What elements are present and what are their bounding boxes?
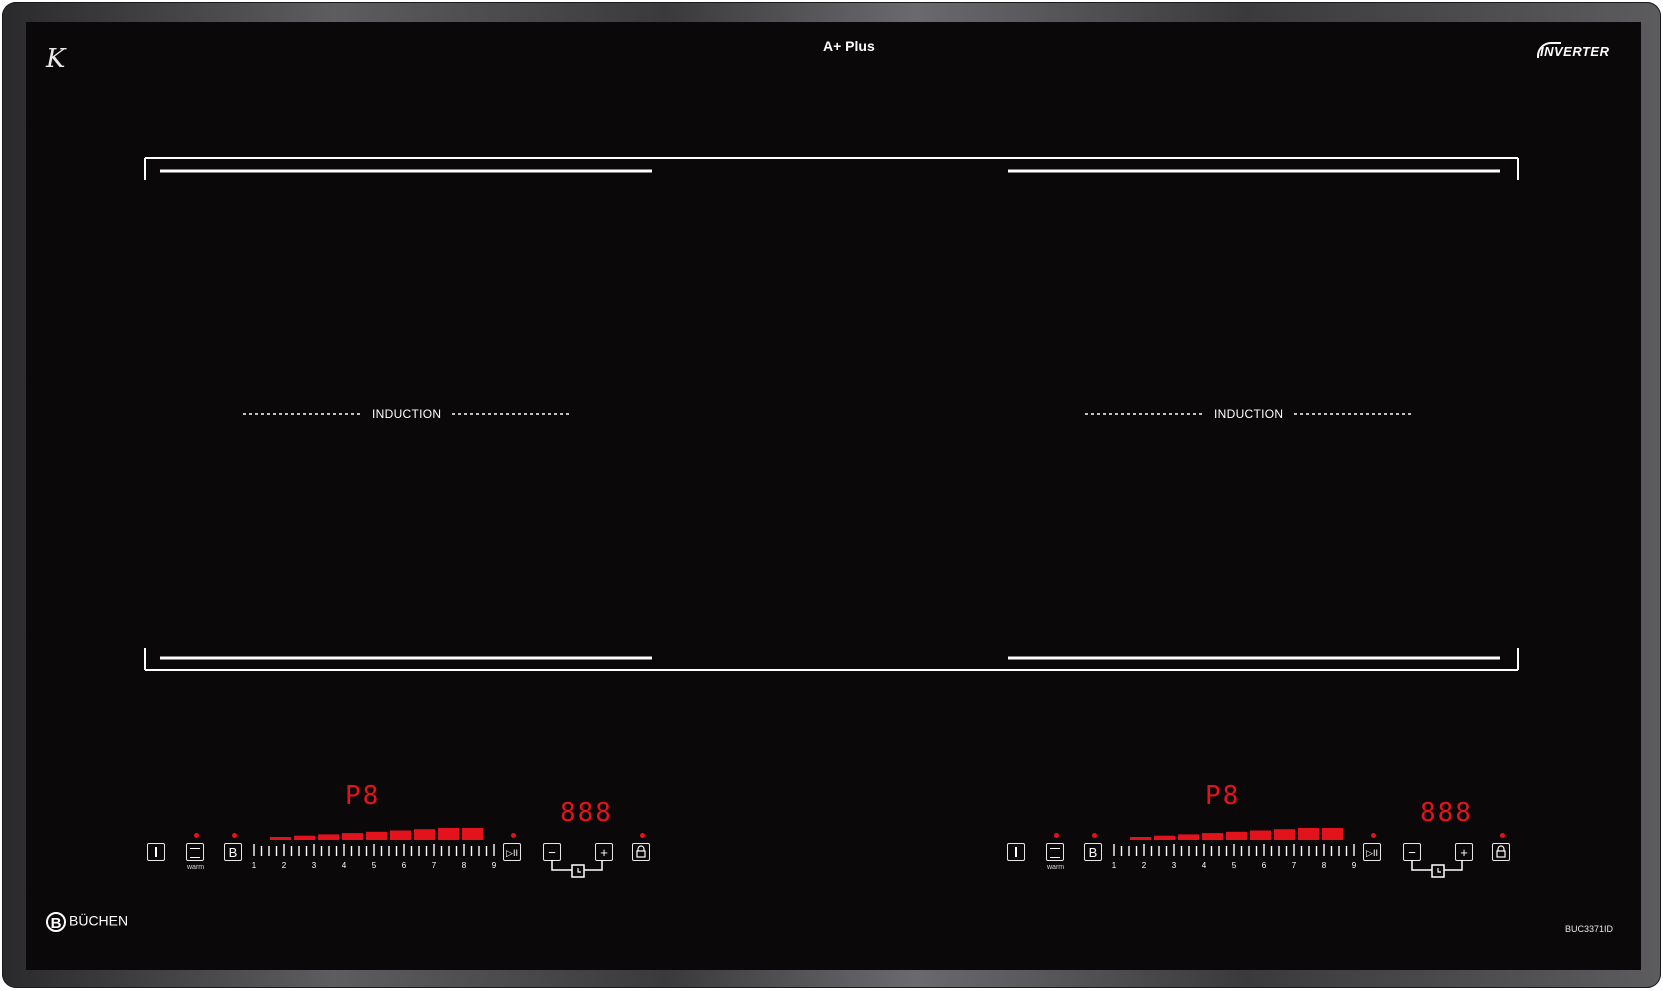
slider-number: 6 — [1262, 861, 1267, 870]
lock-icon — [636, 845, 646, 858]
power-level-bar — [1202, 833, 1223, 840]
model-number: BUC3371ID — [1565, 924, 1614, 934]
slider-number: 4 — [342, 861, 347, 870]
left-power-slider[interactable]: 1 2 3 4 5 6 7 8 9 — [250, 828, 500, 872]
right-minus-button[interactable]: − — [1403, 843, 1421, 861]
slider-number: 4 — [1202, 861, 1207, 870]
power-level-bar — [1178, 834, 1199, 840]
play-pause-icon: ▷II — [1366, 848, 1378, 858]
right-warm-button[interactable] — [1046, 843, 1064, 861]
left-power-display: P8 — [345, 781, 381, 811]
left-boost-button[interactable]: B — [224, 843, 242, 861]
slider-number: 1 — [1112, 861, 1117, 870]
slider-number: 2 — [282, 861, 287, 870]
right-zone-label: INDUCTION — [1214, 407, 1284, 421]
power-level-bar — [1130, 837, 1151, 840]
left-plus-button[interactable]: + — [595, 843, 613, 861]
slider-number: 9 — [492, 861, 497, 870]
slider-number: 3 — [1172, 861, 1177, 870]
power-level-bar — [1298, 828, 1319, 840]
right-warm-label: warm — [1047, 864, 1065, 871]
left-timer-display: 888 — [560, 798, 613, 828]
power-level-bar — [1274, 829, 1295, 840]
slider-number: 5 — [1232, 861, 1237, 870]
left-warm-button[interactable] — [186, 843, 204, 861]
brand-name: BÜCHEN — [69, 912, 129, 929]
right-power-button[interactable] — [1007, 843, 1025, 861]
slider-number: 9 — [1352, 861, 1357, 870]
right-boost-button[interactable]: B — [1084, 843, 1102, 861]
left-warm-led — [194, 833, 199, 838]
power-level-bar — [1226, 831, 1247, 840]
power-icon — [1015, 847, 1017, 857]
brand-buchen: B BÜCHEN — [46, 912, 128, 932]
power-level-bar — [462, 828, 483, 840]
play-pause-icon: ▷II — [506, 848, 518, 858]
left-boost-led — [232, 833, 237, 838]
power-level-bar — [1322, 828, 1343, 840]
power-icon — [155, 847, 157, 857]
left-zone-label: INDUCTION — [372, 407, 442, 421]
left-timer-connector — [551, 860, 603, 878]
right-plus-button[interactable]: + — [1455, 843, 1473, 861]
left-lock-button[interactable] — [632, 843, 650, 861]
right-boost-led — [1092, 833, 1097, 838]
slider-number: 8 — [1322, 861, 1327, 870]
right-warm-led — [1054, 833, 1059, 838]
left-warm-label: warm — [187, 864, 205, 871]
slider-number: 5 — [372, 861, 377, 870]
power-level-bar — [1154, 835, 1175, 840]
warm-icon — [1050, 848, 1060, 858]
left-pause-led — [511, 833, 516, 838]
right-timer-connector — [1411, 860, 1463, 878]
right-pause-led — [1371, 833, 1376, 838]
zone-inner-lines — [160, 169, 1500, 660]
power-level-bar — [318, 834, 339, 840]
power-level-bar — [366, 831, 387, 840]
power-level-bar — [414, 829, 435, 840]
slider-number: 2 — [1142, 861, 1147, 870]
left-pause-button[interactable]: ▷II — [503, 843, 521, 861]
power-level-bar — [438, 828, 459, 840]
buchen-logo-icon: B — [46, 912, 66, 932]
right-lock-led — [1500, 833, 1505, 838]
right-timer-display: 888 — [1420, 798, 1473, 828]
left-minus-button[interactable]: − — [543, 843, 561, 861]
power-level-bar — [294, 835, 315, 840]
right-lock-button[interactable] — [1492, 843, 1510, 861]
slider-number: 6 — [402, 861, 407, 870]
right-power-display: P8 — [1205, 781, 1241, 811]
right-pause-button[interactable]: ▷II — [1363, 843, 1381, 861]
warm-icon — [190, 848, 200, 858]
slider-number: 8 — [462, 861, 467, 870]
lock-icon — [1496, 845, 1506, 858]
power-level-bar — [342, 833, 363, 840]
right-power-slider[interactable]: 1 2 3 4 5 6 7 8 9 — [1110, 828, 1360, 872]
slider-number: 1 — [252, 861, 257, 870]
left-power-button[interactable] — [147, 843, 165, 861]
slider-number: 3 — [312, 861, 317, 870]
power-level-bar — [270, 837, 291, 840]
slider-number: 7 — [432, 861, 437, 870]
power-level-bar — [1250, 830, 1271, 840]
left-lock-led — [640, 833, 645, 838]
power-level-bar — [390, 830, 411, 840]
slider-number: 7 — [1292, 861, 1297, 870]
